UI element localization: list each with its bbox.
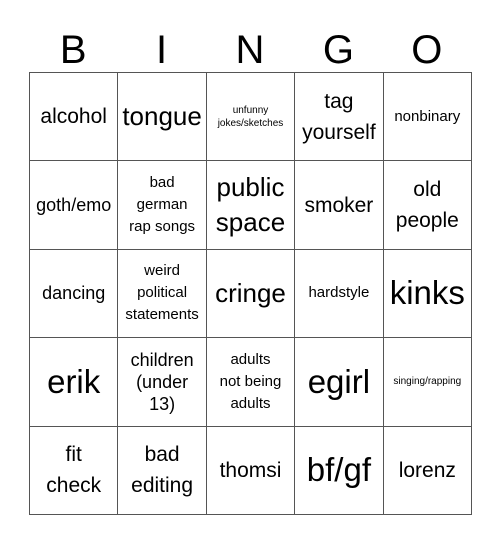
- bingo-cell[interactable]: bad german rap songs: [118, 161, 207, 250]
- bingo-cell-label: nonbinary: [394, 107, 461, 125]
- bingo-cell-label: bad editing: [131, 443, 194, 498]
- bingo-cell[interactable]: fit check: [30, 426, 119, 515]
- bingo-cell-label: thomsi: [219, 458, 282, 482]
- bingo-cell[interactable]: cringe: [206, 249, 296, 339]
- bingo-cell-label: tongue: [122, 101, 202, 132]
- bingo-cell[interactable]: goth/emo: [30, 161, 119, 250]
- bingo-cell-label: singing/rapping: [393, 376, 462, 388]
- header-letter-n: N: [235, 28, 265, 72]
- bingo-cell-label: dancing: [42, 283, 106, 304]
- bingo-board: alcohol tongue unfunny jokes/sketches tag y…: [29, 72, 472, 515]
- bingo-cell-label: unfunny jokes/sketches: [217, 104, 284, 129]
- bingo-cell[interactable]: lorenz: [383, 426, 472, 515]
- bingo-header: B I N G O: [29, 28, 471, 72]
- bingo-cell-label: adults not being adults: [219, 350, 282, 412]
- bingo-cell-label: fit check: [46, 443, 102, 498]
- header-letter-b: B: [59, 28, 87, 72]
- bingo-cell[interactable]: alcohol: [30, 73, 119, 162]
- bingo-cell[interactable]: erik: [30, 338, 119, 427]
- bingo-cell-label: children (under 13): [130, 349, 194, 414]
- bingo-cell[interactable]: kinks: [383, 249, 472, 339]
- bingo-cell[interactable]: bad editing: [118, 426, 207, 515]
- bingo-cell[interactable]: adults not being adults: [206, 338, 296, 427]
- bingo-cell[interactable]: tag yourself: [295, 73, 384, 162]
- bingo-cell[interactable]: thomsi: [206, 426, 296, 515]
- bingo-cell[interactable]: old people: [383, 161, 472, 250]
- bingo-cell[interactable]: hardstyle: [295, 249, 384, 339]
- bingo-cell[interactable]: bf/gf: [295, 426, 384, 515]
- bingo-cell[interactable]: children (under 13): [118, 338, 207, 427]
- bingo-cell-label: bad german rap songs: [129, 174, 196, 236]
- bingo-cell-label: old people: [395, 178, 459, 233]
- bingo-cell-label: alcohol: [40, 105, 107, 129]
- bingo-cell[interactable]: weird political statements: [118, 249, 207, 339]
- bingo-cell[interactable]: tongue: [118, 73, 207, 162]
- bingo-cell[interactable]: unfunny jokes/sketches: [206, 73, 296, 162]
- header-letter-o: O: [411, 28, 443, 72]
- bingo-cell-label: lorenz: [398, 458, 456, 482]
- bingo-cell-label: weird political statements: [125, 262, 199, 324]
- bingo-cell-label: bf/gf: [306, 451, 371, 489]
- bingo-cell[interactable]: singing/rapping: [383, 338, 472, 427]
- bingo-cell-label: erik: [47, 362, 101, 400]
- bingo-cell-label: smoker: [304, 193, 374, 217]
- header-letter-g: G: [322, 28, 354, 72]
- bingo-cell-label: hardstyle: [308, 284, 370, 302]
- bingo-cell-label: egirl: [307, 362, 371, 400]
- bingo-cell-label: tag yourself: [302, 89, 376, 144]
- bingo-cell[interactable]: egirl: [295, 338, 384, 427]
- bingo-cell-label: kinks: [389, 274, 465, 312]
- bingo-cell[interactable]: dancing: [30, 249, 119, 339]
- header-letter-i: I: [156, 28, 168, 72]
- bingo-cell-label: cringe: [215, 277, 286, 308]
- bingo-cell[interactable]: nonbinary: [383, 73, 472, 162]
- bingo-cell[interactable]: smoker: [295, 161, 384, 250]
- bingo-cell[interactable]: public space: [206, 161, 296, 250]
- bingo-cell-label: goth/emo: [36, 195, 112, 216]
- bingo-cell-label: public space: [215, 172, 286, 238]
